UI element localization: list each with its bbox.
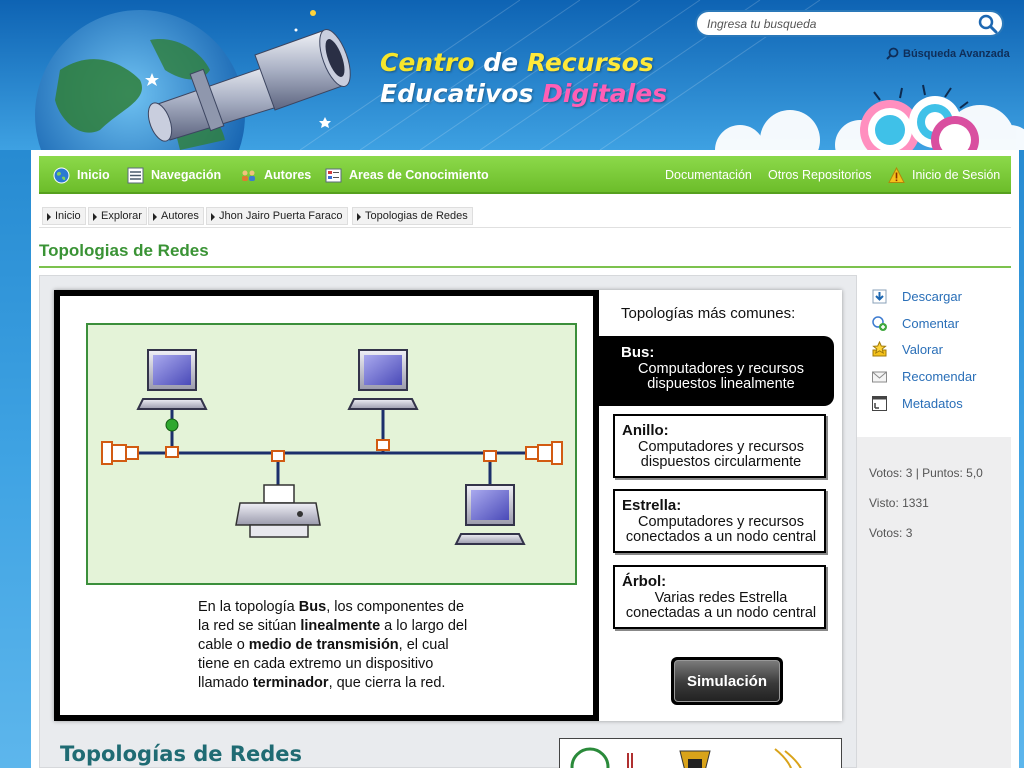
download-action[interactable]: Descargar xyxy=(871,286,962,306)
nav-label: Documentación xyxy=(665,168,752,182)
email-icon xyxy=(872,371,887,382)
rate-action[interactable]: Valorar xyxy=(871,339,943,359)
action-label: Valorar xyxy=(902,341,943,357)
search-input[interactable] xyxy=(707,15,967,33)
bus-topology-diagram xyxy=(86,323,577,585)
breadcrumb-item[interactable]: Topologias de Redes xyxy=(352,207,473,225)
people-icon xyxy=(242,170,255,181)
printer-node xyxy=(235,484,321,538)
topology-menu-title: Topologías más comunes: xyxy=(621,305,796,322)
page-title: Topologias de Redes xyxy=(39,241,209,260)
votes-points: Votos: 3 | Puntos: 5,0 xyxy=(869,466,983,480)
resource-viewer: En la topología Bus, los componentes de … xyxy=(39,275,857,768)
breadcrumb-item[interactable]: Explorar xyxy=(88,207,147,225)
brand-word: Recursos xyxy=(526,48,654,77)
nav-label: Navegación xyxy=(151,168,222,182)
action-label: Recomendar xyxy=(902,368,977,384)
computer-node xyxy=(136,349,208,410)
nav-item-inicio-sesion[interactable]: Inicio de Sesión xyxy=(888,156,1000,194)
topology-menu: Topologías más comunes: Bus: Computadore… xyxy=(599,290,842,721)
rate-icon xyxy=(872,340,887,356)
comment-icon xyxy=(872,315,887,331)
recommend-action[interactable]: Recomendar xyxy=(871,366,976,386)
nav-item-documentacion[interactable]: Documentación xyxy=(665,156,752,194)
brand-word: Digitales xyxy=(542,79,668,108)
terminator-right xyxy=(525,441,563,465)
main-navbar: Inicio Navegación Autores Areas de Conoc… xyxy=(39,156,1011,194)
logos-strip xyxy=(570,747,802,768)
breadcrumb-item[interactable]: Inicio xyxy=(42,207,86,225)
site-brand-logo[interactable]: Centro de Recursos Educativos Digitales xyxy=(380,47,667,109)
terminator-left xyxy=(101,441,139,465)
breadcrumb: Inicio Explorar Autores Jhon Jairo Puert… xyxy=(39,206,1011,228)
topology-option-anillo[interactable]: Anillo: Computadores y recursos dispuest… xyxy=(613,414,826,478)
vote-count: Votos: 3 xyxy=(869,526,913,540)
comment-action[interactable]: Comentar xyxy=(871,313,959,333)
advanced-search-label: Búsqueda Avanzada xyxy=(903,47,1010,60)
search-icon[interactable] xyxy=(978,14,998,34)
nav-item-inicio[interactable]: Inicio xyxy=(53,156,110,194)
nav-item-autores[interactable]: Autores xyxy=(240,156,311,194)
breadcrumb-item[interactable]: Jhon Jairo Puerta Faraco xyxy=(206,207,348,225)
resource-actions: Descargar Comentar Valorar Recomendar Me… xyxy=(857,275,1011,437)
download-icon xyxy=(872,289,887,303)
nav-label: Otros Repositorios xyxy=(768,168,872,182)
title-divider xyxy=(39,266,1011,268)
institution-logos xyxy=(559,738,842,768)
areas-icon xyxy=(325,168,342,182)
nav-item-areas[interactable]: Areas de Conocimiento xyxy=(325,156,489,194)
search-box xyxy=(695,10,1004,37)
computer-node xyxy=(347,349,419,410)
warning-icon xyxy=(888,166,905,183)
simulation-button[interactable]: Simulación xyxy=(671,657,783,705)
content-panel: Inicio Navegación Autores Areas de Conoc… xyxy=(31,150,1019,768)
nav-label: Inicio de Sesión xyxy=(912,168,1001,182)
resource-slide: En la topología Bus, los componentes de … xyxy=(54,290,842,721)
slide-diagram-panel: En la topología Bus, los componentes de … xyxy=(54,290,599,721)
brand-word: Centro xyxy=(380,48,475,77)
action-label: Descargar xyxy=(902,288,962,304)
globe-icon xyxy=(53,167,70,183)
metadata-icon xyxy=(872,395,887,411)
topology-description: En la topología Bus, los componentes de … xyxy=(198,599,468,691)
nav-item-navegacion[interactable]: Navegación xyxy=(127,156,221,194)
nav-item-otros-repositorios[interactable]: Otros Repositorios xyxy=(768,156,872,194)
view-count: Visto: 1331 xyxy=(869,496,929,510)
topology-option-estrella[interactable]: Estrella: Computadores y recursos conect… xyxy=(613,489,826,553)
topology-option-arbol[interactable]: Árbol: Varias redes Estrella conectadas … xyxy=(613,565,826,629)
brand-word: de xyxy=(483,48,519,77)
magnifier-icon xyxy=(886,47,899,60)
advanced-search-link[interactable]: Búsqueda Avanzada xyxy=(886,47,1010,60)
site-header: Centro de Recursos Educativos Digitales … xyxy=(0,0,1024,150)
next-slide-preview: Topologías de Redes xyxy=(54,734,842,768)
list-icon xyxy=(127,167,144,183)
brand-word: Educativos xyxy=(380,79,534,108)
breadcrumb-item[interactable]: Autores xyxy=(148,207,204,225)
next-slide-title: Topologías de Redes xyxy=(60,742,303,766)
bus-topology-illustration xyxy=(101,349,563,545)
topology-option-bus[interactable]: Bus: Computadores y recursos dispuestos … xyxy=(599,336,834,406)
resource-sidebar: Descargar Comentar Valorar Recomendar Me… xyxy=(857,275,1011,768)
computer-node xyxy=(454,484,526,545)
action-label: Comentar xyxy=(902,315,960,331)
nav-label: Inicio xyxy=(77,168,110,182)
nav-label: Areas de Conocimiento xyxy=(349,168,489,182)
metadata-action[interactable]: Metadatos xyxy=(871,393,963,413)
nav-label: Autores xyxy=(264,168,312,182)
action-label: Metadatos xyxy=(902,395,963,411)
